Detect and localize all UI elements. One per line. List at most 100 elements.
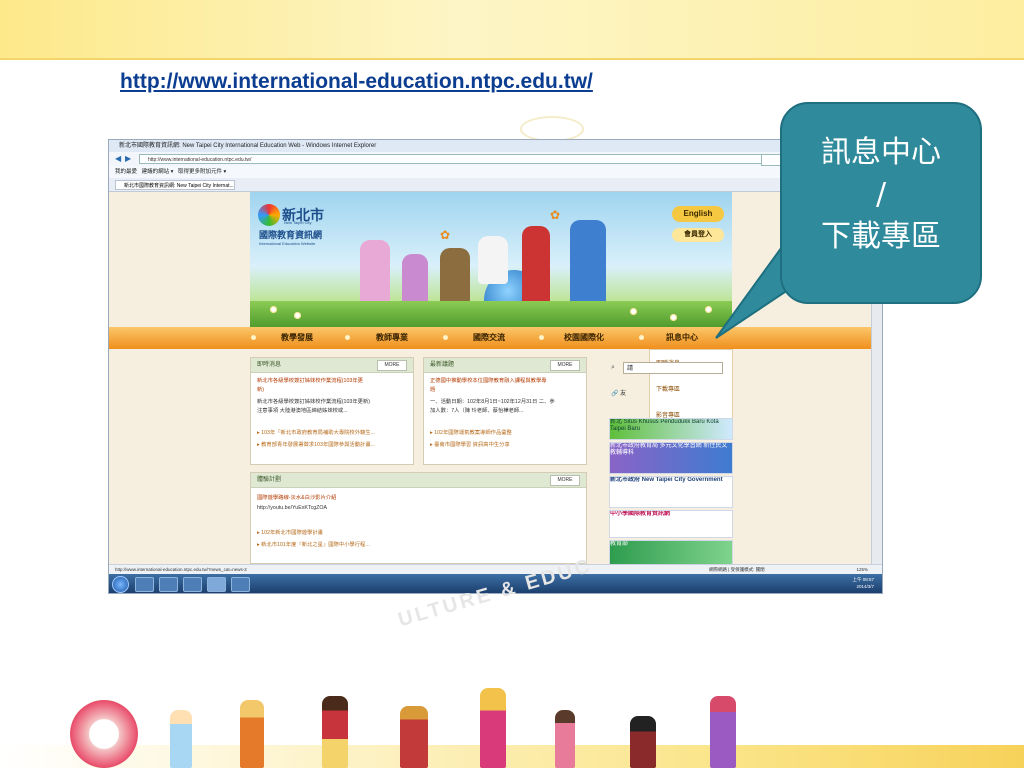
browser-screenshot: 新北市國際教育資訊網: New Taipei City Internationa… <box>108 139 883 594</box>
ie-taskbar-icon[interactable] <box>207 577 226 592</box>
sidebar-links: 🔗 友 <box>611 388 671 400</box>
slide-header-band <box>0 0 1024 58</box>
explorer-taskbar-icon[interactable] <box>135 577 154 592</box>
footer-illustrations <box>60 676 960 768</box>
site-search-input[interactable]: 請 <box>623 362 723 374</box>
topic-panel-header: 最新議題 MORE <box>424 358 586 373</box>
kid-illustration <box>570 220 606 312</box>
flower-illustration <box>705 306 712 313</box>
slide-header-divider <box>0 58 1024 60</box>
english-button[interactable]: English <box>672 206 724 222</box>
experience-video-link[interactable]: http://youtu.be/YuExKTcgZOA <box>257 505 327 511</box>
topic-panel-title: 最新議題 <box>430 362 455 368</box>
doll-figure <box>400 706 428 768</box>
experience-headline[interactable]: 國際遊學路線-淡水&白沙影片介紹 <box>257 493 336 501</box>
topic-link[interactable]: ▸ 臺南市國際學習 資訊高中生分享 <box>430 440 510 448</box>
flower-illustration <box>294 312 301 319</box>
news-summary: 新北市各級學校簽訂姊妹校作業流程(103年更新) <box>257 399 371 405</box>
tab-strip: 新北市國際教育資訊網: New Taipei City Internat... … <box>109 178 882 192</box>
experience-panel: 體驗計劃 MORE 國際遊學路線-淡水&白沙影片介紹 http://youtu.… <box>250 472 587 564</box>
browser-title-bar: 新北市國際教育資訊網: New Taipei City Internationa… <box>109 140 882 152</box>
news-headline[interactable]: 新北市各級學校簽訂姊妹校作業流程(103年更 <box>257 376 363 384</box>
doll-figure <box>480 688 506 768</box>
experience-panel-title: 體驗計劃 <box>257 477 282 483</box>
start-button[interactable] <box>112 576 129 593</box>
link-icon: 🔗 <box>611 391 619 397</box>
news-panel-title: 即時消息 <box>257 362 282 368</box>
word-taskbar-icon[interactable] <box>231 577 250 592</box>
news-summary: 注意事項 大陸港澳地區締結姊妹校或... <box>257 408 348 414</box>
news-link[interactable]: ▸ 教育部青年發展署徵求103年國際參與活動計畫... <box>257 440 375 448</box>
nav-item-news-center[interactable]: 訊息中心 <box>666 327 698 349</box>
slide-url-link[interactable]: http://www.international-education.ntpc.… <box>120 70 593 94</box>
sidebanner-multicultural[interactable]: 新北市政府教育局 多元文化學習網 新住民文教輔導科 <box>609 442 733 474</box>
experience-link[interactable]: ▸ 新北市101年度『新北之星』國際中小學行程... <box>257 540 370 548</box>
flower-illustration <box>670 314 677 321</box>
logo-subtitle: 國際教育資訊網 <box>259 230 323 240</box>
callout-line: / <box>875 177 887 212</box>
topic-headline[interactable]: 題 <box>430 385 435 393</box>
site-logo[interactable]: 新北市 New Taipei City 國際教育資訊網 Internationa… <box>258 204 328 254</box>
addons-link[interactable]: 取得更多附加元件 ▾ <box>178 169 226 175</box>
topic-summary: 一、活動日期：102年8月1日~102年12月31日 二、參 <box>430 399 555 405</box>
nav-item-internationalization[interactable]: 校園國際化 <box>564 327 604 349</box>
callout-bubble: 訊息中心 / 下載專區 <box>780 102 982 304</box>
back-icon[interactable]: ◀ <box>115 154 121 163</box>
nav-bullet-icon <box>639 335 644 340</box>
sidebar-link-friends[interactable]: 友 <box>620 391 626 397</box>
clock-time: 上午 08:57 <box>852 577 874 582</box>
sidebanner-moe[interactable]: 教育部 <box>609 540 733 564</box>
site-banner: 新北市 New Taipei City 國際教育資訊網 Internationa… <box>250 192 732 327</box>
nav-item-teachers[interactable]: 教師專業 <box>376 327 408 349</box>
nav-item-exchange[interactable]: 國際交流 <box>473 327 505 349</box>
callout-line: 訊息中心 <box>821 135 941 170</box>
taskbar-clock[interactable]: 上午 08:57 2014/3/7 <box>852 576 874 590</box>
news-link[interactable]: ▸ 103年「新北市政府教育局補助大專院校外籍生... <box>257 428 375 436</box>
news-headline[interactable]: 新) <box>257 385 264 393</box>
heart-logo-icon <box>70 700 138 768</box>
browser-status-bar: http://www.international-education.ntpc.… <box>109 564 882 574</box>
nav-bullet-icon <box>251 335 256 340</box>
sidebanner-ntpc-government[interactable]: 新北市政府 New Taipei City Government <box>609 476 733 508</box>
address-input[interactable]: http://www.international-education.ntpc.… <box>139 154 829 164</box>
favorites-button[interactable]: 我的最愛 <box>115 169 137 175</box>
chrome-taskbar-icon[interactable] <box>183 577 202 592</box>
suggested-sites-link[interactable]: 建議的網站 ▾ <box>142 169 174 175</box>
doll-figure <box>170 710 192 768</box>
search-icon[interactable]: ⌕ <box>611 364 615 372</box>
doll-figure <box>555 710 575 768</box>
topic-summary: 加人數：7人（陳 玲老師、蔡怡樺老師... <box>430 408 524 414</box>
nav-item-teaching[interactable]: 教學發展 <box>281 327 313 349</box>
news-panel-header: 即時消息 MORE <box>251 358 413 373</box>
doll-figure <box>710 696 736 768</box>
news-panel: 即時消息 MORE 新北市各級學校簽訂姊妹校作業流程(103年更 新) 新北市各… <box>250 357 414 465</box>
sidebanner-intl-education[interactable]: 中小學國際教育資訊網 <box>609 510 733 538</box>
main-navigation: 教學發展 教師專業 國際交流 校園國際化 訊息中心 <box>109 327 872 349</box>
nav-bullet-icon <box>443 335 448 340</box>
favorites-bar: 我的最愛 建議的網站 ▾ 取得更多附加元件 ▾ <box>109 166 882 178</box>
doll-figure <box>322 696 348 768</box>
forward-icon[interactable]: ▶ <box>125 154 131 163</box>
sidebanner-new-residents[interactable]: 新北 Situs Khusus Pendudukk Baru Kota Taip… <box>609 418 733 440</box>
flower-illustration <box>270 306 277 313</box>
experience-link[interactable]: ▸ 102年新北市國際遊學計畫 <box>257 528 323 536</box>
site-search: ⌕ 請 <box>611 362 731 376</box>
experience-more-button[interactable]: MORE <box>550 475 580 486</box>
experience-panel-header: 體驗計劃 MORE <box>251 473 586 488</box>
media-player-taskbar-icon[interactable] <box>159 577 178 592</box>
browser-tab[interactable]: 新北市國際教育資訊網: New Taipei City Internat... <box>115 180 235 190</box>
topic-more-button[interactable]: MORE <box>550 360 580 371</box>
topic-panel: 最新議題 MORE 正德國中推動學校本位國際教育融入課程與教學專 題 一、活動日… <box>423 357 587 465</box>
kid-illustration <box>478 236 508 284</box>
topic-link[interactable]: ▸ 102年國際運氣教案導師作品彙整 <box>430 428 512 436</box>
butterfly-icon: ✿ <box>440 228 451 242</box>
clock-date: 2014/3/7 <box>856 584 874 589</box>
topic-headline[interactable]: 正德國中推動學校本位國際教育融入課程與教學專 <box>430 376 547 384</box>
status-url: http://www.international-education.ntpc.… <box>115 567 247 572</box>
doll-figure <box>630 716 656 768</box>
member-login-button[interactable]: 會員登入 <box>672 228 724 242</box>
logo-english: International Education Website <box>259 241 316 246</box>
news-more-button[interactable]: MORE <box>377 360 407 371</box>
address-bar-row: ◀ ▶ http://www.international-education.n… <box>109 152 882 167</box>
kid-illustration <box>522 226 550 310</box>
